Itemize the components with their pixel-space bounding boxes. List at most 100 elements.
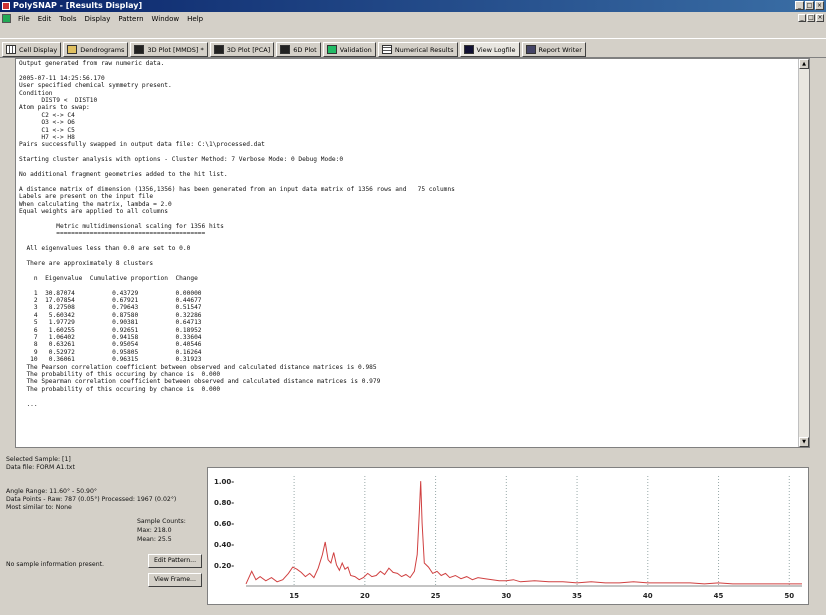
log-line: Labels are present on the input file (19, 193, 154, 201)
tab-list: Cell Display Dendrograms 3D Plot [MMDS] * 3… (2, 42, 586, 57)
menu-item-tools[interactable]: Tools (55, 13, 80, 25)
window-controls: _ □ × (795, 1, 824, 10)
log-line: 6 1.60255 0.92651 0.18952 (19, 326, 202, 334)
mdi-controls: _ □ × (798, 14, 824, 22)
log-line: The Spearman correlation coefficient bet… (19, 378, 381, 386)
log-line: 9 0.52972 0.95805 0.16264 (19, 348, 202, 356)
tab-6d-plot[interactable]: 6D Plot (276, 42, 321, 57)
3d-plot-icon (134, 45, 145, 54)
log-line: Pairs successfully swapped in output dat… (19, 141, 265, 149)
menu-item-help[interactable]: Help (183, 13, 207, 25)
log-line: 8 0.63261 0.95054 0.40546 (19, 341, 202, 349)
log-scrollbar[interactable]: ▲ ▼ (798, 59, 809, 447)
tab-report-writer[interactable]: Report Writer (521, 42, 586, 57)
mdi-close-button[interactable]: × (816, 14, 824, 22)
mdi-restore-button[interactable]: □ (807, 14, 815, 22)
powder-pattern-plot[interactable]: 15 20 25 30 35 40 45 50 1.00- 0.80- 0.60- 0.40- 0.20… (207, 467, 809, 605)
angle-range-label: Angle Range: 11.60° - 50.90° (6, 488, 98, 495)
log-line: 2005-07-11 14:25:56.170 (19, 74, 105, 82)
x-tick-label: 15 (289, 592, 299, 600)
log-line: Starting cluster analysis with options -… (19, 156, 344, 164)
close-button[interactable]: × (815, 1, 824, 10)
log-line: 3 8.27508 0.79643 0.51547 (19, 304, 202, 312)
tab-3d-plot-mmds[interactable]: 3D Plot [MMDS] * (130, 42, 208, 57)
edit-pattern-button[interactable]: Edit Pattern... (148, 554, 202, 568)
sample-counts-label: Sample Counts: (137, 518, 186, 525)
menu-item-window[interactable]: Window (148, 13, 184, 25)
3d-plot-icon (213, 45, 224, 54)
tab-numerical-results[interactable]: Numerical Results (377, 42, 458, 57)
log-line: DIST9 < DIST10 (19, 97, 98, 105)
y-tick-label: 1.00- (214, 478, 234, 486)
6d-plot-icon (280, 45, 291, 54)
app-icon (2, 2, 10, 10)
log-line: When calculating the matrix, lambda = 2.… (19, 200, 172, 208)
log-line: n Eigenvalue Cumulative proportion Chang… (19, 274, 198, 282)
no-sample-info-label: No sample information present. (6, 561, 105, 568)
log-line: 1 30.87074 0.43729 0.00000 (19, 289, 202, 297)
menu-item-display[interactable]: Display (81, 13, 115, 25)
log-line: The probability of this occuring by chan… (19, 385, 221, 393)
x-tick-label: 25 (431, 592, 441, 600)
selected-sample-label: Selected Sample: [1] (6, 456, 71, 463)
log-line: Equal weights are applied to all columns (19, 208, 169, 216)
tab-label: Cell Display (19, 45, 58, 54)
minimize-button[interactable]: _ (795, 1, 804, 10)
tab-label: 3D Plot [PCA] (226, 45, 271, 54)
maximize-button[interactable]: □ (805, 1, 814, 10)
document-icon[interactable] (2, 14, 11, 23)
x-tick-label: 50 (784, 592, 794, 600)
tab-view-logfile[interactable]: View Logfile (459, 42, 520, 57)
log-line: All eigenvalues less than 0.0 are set to… (19, 245, 191, 253)
display-tab-bar: Cell Display Dendrograms 3D Plot [MMDS] * 3… (0, 38, 826, 58)
log-line: There are approximately 8 clusters (19, 259, 154, 267)
tab-label: View Logfile (476, 45, 516, 54)
menu-item-edit[interactable]: Edit (34, 13, 56, 25)
tab-3d-plot-pca[interactable]: 3D Plot [PCA] (209, 42, 275, 57)
view-frame-button[interactable]: View Frame... (148, 573, 202, 587)
log-line: Atom pairs to swap: (19, 104, 90, 112)
log-line: C2 <-> C4 (19, 111, 75, 119)
log-line: H7 <-> H8 (19, 134, 75, 142)
powder-pattern-chart: 15 20 25 30 35 40 45 50 1.00- 0.80- 0.60- 0.40- 0.20… (214, 476, 802, 600)
menu-item-file[interactable]: File (14, 13, 34, 25)
log-line: Metric multidimensional scaling for 1356… (19, 222, 224, 230)
tab-dendrograms[interactable]: Dendrograms (63, 42, 129, 57)
y-tick-label: 0.60- (214, 520, 234, 528)
log-line: No additional fragment geometries added … (19, 171, 228, 179)
y-tick-label: 0.80- (214, 499, 234, 507)
table-icon (381, 45, 392, 54)
menu-item-pattern[interactable]: Pattern (114, 13, 147, 25)
log-line: 10 0.36061 0.96315 0.31923 (19, 356, 202, 364)
tab-label: Dendrograms (80, 45, 125, 54)
x-tick-label: 45 (714, 592, 724, 600)
x-tick-label: 30 (501, 592, 511, 600)
title-bar: PolySNAP - [Results Display] _ □ × (0, 0, 826, 12)
mdi-minimize-button[interactable]: _ (798, 14, 806, 22)
window-title: PolySNAP - [Results Display] (13, 1, 143, 10)
scroll-down-icon[interactable]: ▼ (799, 437, 809, 447)
tab-label: Validation (339, 45, 372, 54)
pattern-series-line (245, 481, 802, 585)
tab-validation[interactable]: Validation (322, 42, 376, 57)
log-line: A distance matrix of dimension (1356,135… (19, 185, 455, 193)
most-similar-label: Most similar to: None (6, 504, 72, 511)
logfile-text: Output generated from raw numeric data. … (19, 60, 794, 408)
scroll-up-icon[interactable]: ▲ (799, 59, 809, 69)
x-tick-label: 35 (572, 592, 582, 600)
data-file-label: Data file: FORM A1.txt (6, 464, 75, 471)
log-line: User specified chemical symmetry present… (19, 82, 172, 90)
logfile-panel[interactable]: Output generated from raw numeric data. … (15, 58, 810, 448)
report-icon (525, 45, 536, 54)
log-line: C1 <-> C5 (19, 126, 75, 134)
tab-cell-display[interactable]: Cell Display (2, 42, 62, 57)
log-line: Condition (19, 89, 53, 97)
max-count-label: Max: 218.0 (137, 527, 172, 534)
log-line: 2 17.07854 0.67921 0.44677 (19, 297, 202, 304)
